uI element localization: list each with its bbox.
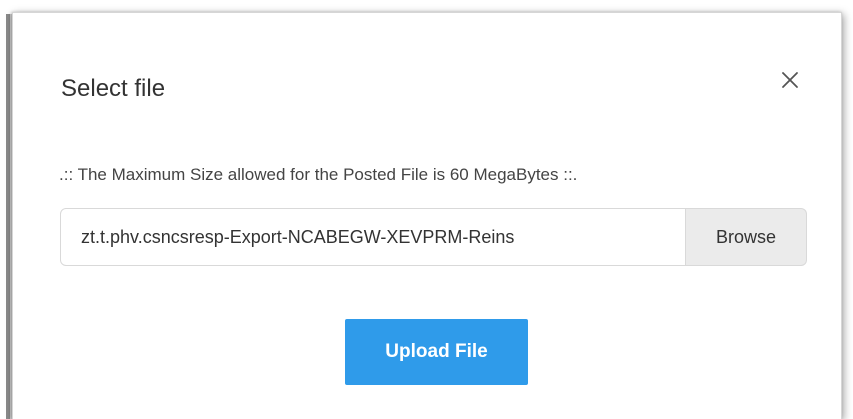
select-file-dialog: Select file .:: The Maximum Size allowed… xyxy=(12,12,842,419)
dialog-header: Select file xyxy=(13,13,841,131)
screen: Select file .:: The Maximum Size allowed… xyxy=(0,0,853,419)
dialog-title: Select file xyxy=(61,75,166,102)
close-icon xyxy=(782,72,798,88)
file-path-input[interactable]: zt.t.phv.csncsresp-Export-NCABEGW-XEVPRM… xyxy=(60,208,686,266)
max-size-notice: .:: The Maximum Size allowed for the Pos… xyxy=(59,165,578,184)
upload-file-button[interactable]: Upload File xyxy=(345,319,528,385)
close-button[interactable] xyxy=(775,65,805,95)
browse-button[interactable]: Browse xyxy=(686,208,807,266)
